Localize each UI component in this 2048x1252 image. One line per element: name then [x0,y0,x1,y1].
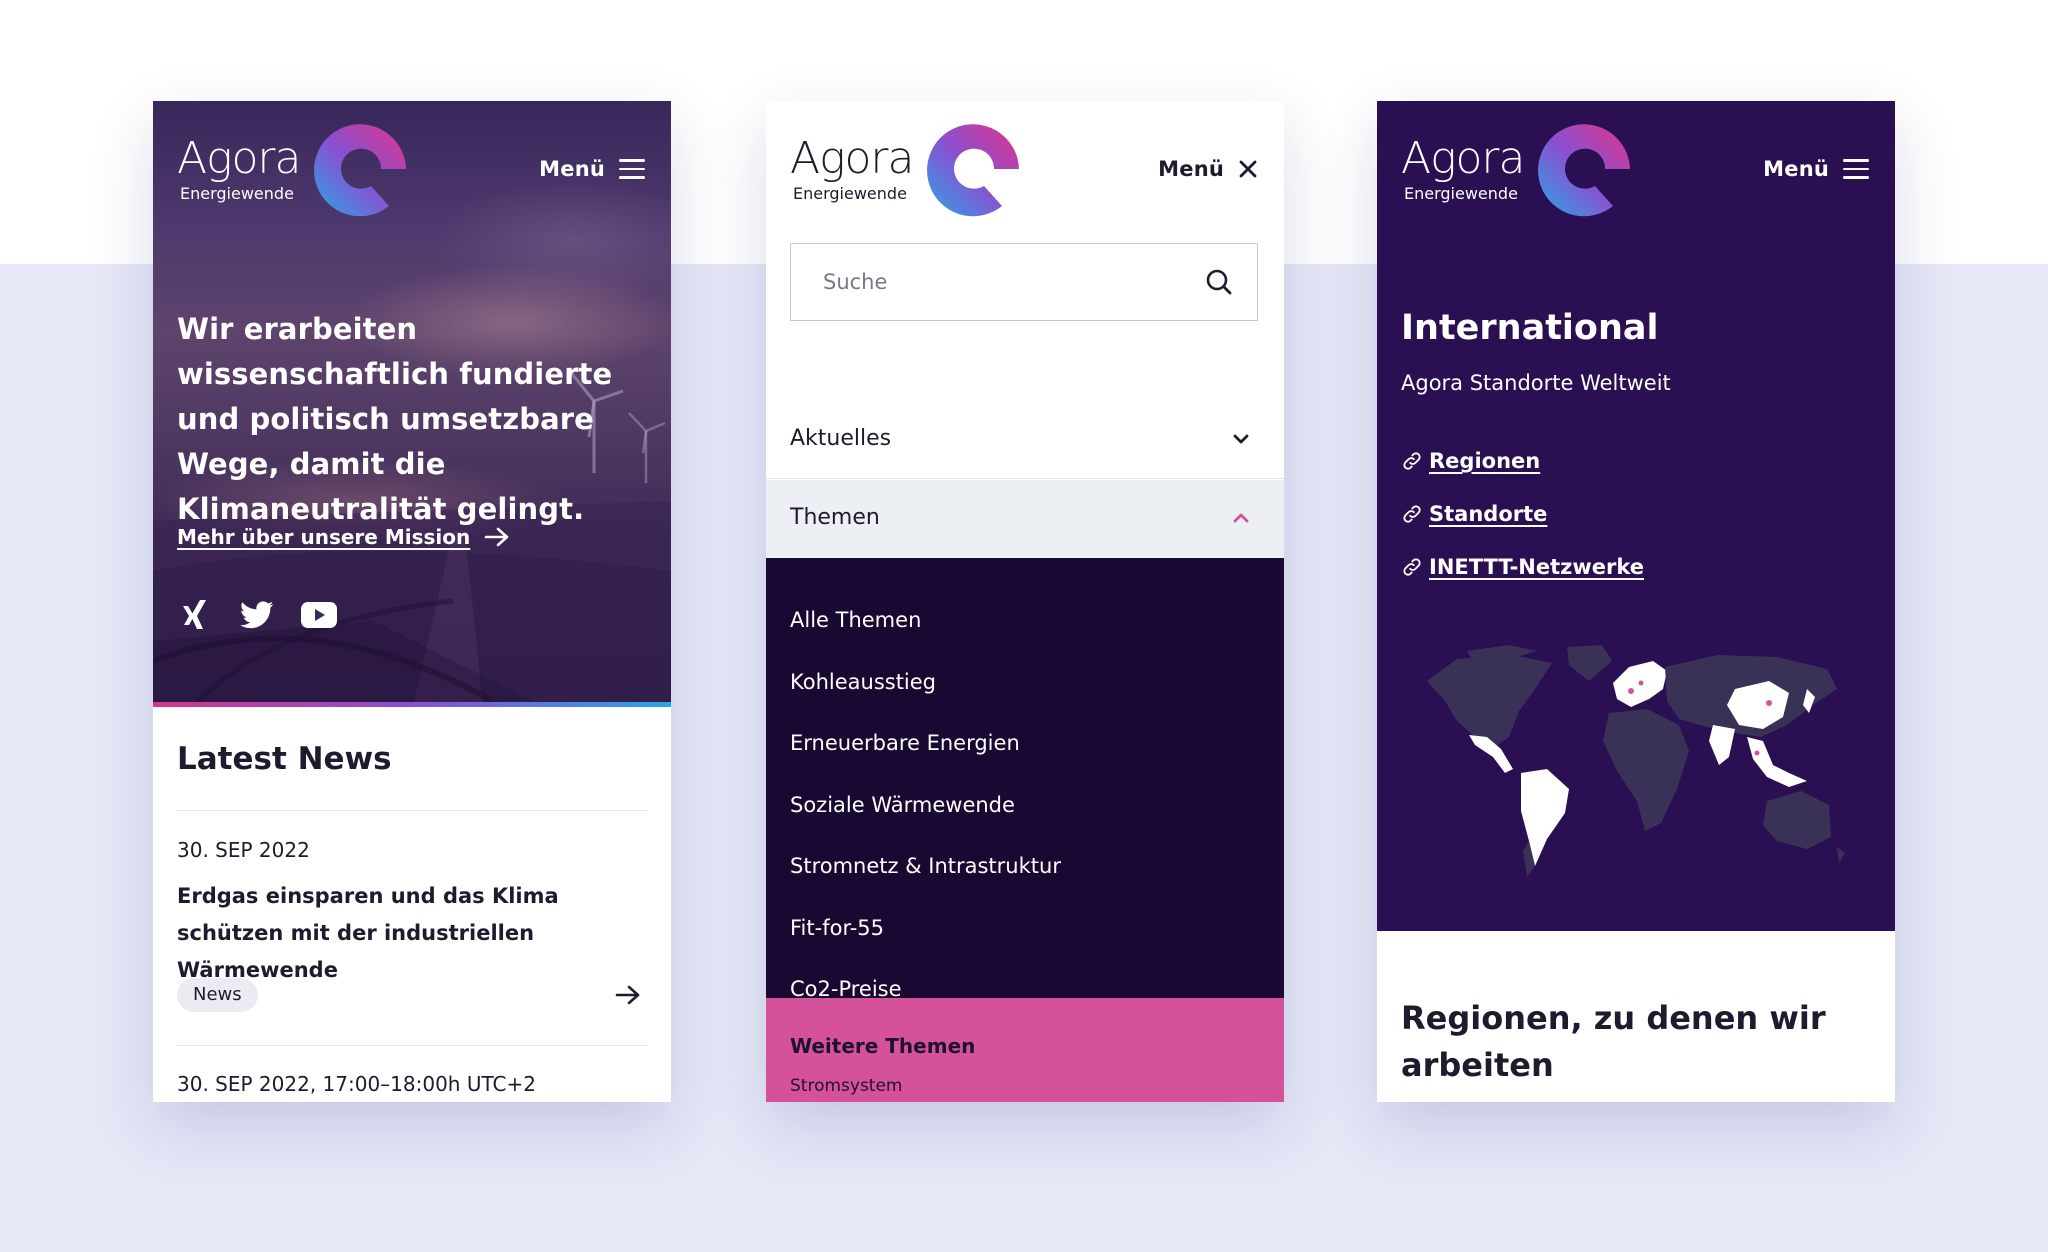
themen-submenu: Alle Themen Kohleausstieg Erneuerbare En… [766,558,1284,1001]
accordion-label: Aktuelles [790,426,892,451]
submenu-item[interactable]: Erneuerbare Energien [790,731,1020,755]
region-north-america[interactable] [1427,655,1552,751]
page-subtitle: Agora Standorte Weltweit [1401,371,1671,395]
world-map[interactable] [1417,641,1857,881]
phone-menu-open: Agora Energiewende Menü Suche Aktuelles … [766,101,1284,1102]
agora-logo-mark-icon [314,124,406,217]
regions-heading: Regionen, zu denen wir arbeiten [1401,999,1826,1084]
search-box [790,243,1258,321]
site-header: Agora Energiewende Menü [153,101,671,241]
mission-link[interactable]: Mehr über unsere Mission [177,525,510,549]
accordion-label: Themen [790,505,880,530]
region-india[interactable] [1709,725,1735,765]
chevron-up-icon [1233,513,1249,523]
news-tag[interactable]: News [177,978,258,1012]
latest-news-section: Latest News 30. SEP 2022 Erdgas einspare… [153,708,671,1102]
hamburger-icon [619,159,645,179]
weitere-themen-item[interactable]: Stromsystem [790,1076,903,1096]
search-input[interactable] [791,244,1191,319]
divider [177,810,647,811]
phone-international: Agora Energiewende Menü International Ag… [1377,101,1895,1102]
menu-button[interactable]: Menü [539,157,645,181]
search-icon[interactable] [1205,268,1233,296]
chevron-down-icon [1233,434,1249,444]
submenu-item[interactable]: Soziale Wärmewende [790,793,1015,817]
weitere-themen-title: Weitere Themen [790,1034,976,1058]
twitter-icon[interactable] [239,598,275,632]
agora-logo[interactable]: Agora Energiewende [1401,123,1661,223]
agora-logo-mark-icon [927,124,1019,217]
region-southeast-asia[interactable] [1747,737,1807,787]
divider [177,1045,647,1046]
menu-close-button[interactable]: Menü [1158,157,1258,181]
agora-logo[interactable]: Agora Energiewende [177,123,437,223]
logo-subtitle: Energiewende [180,184,294,203]
submenu-item[interactable]: Alle Themen [790,608,921,632]
region-australia[interactable] [1763,791,1831,849]
location-marker[interactable] [1766,700,1772,706]
link-regionen[interactable]: Regionen [1401,449,1540,473]
logo-wordmark: Agora [790,133,914,184]
link-text: INETTT-Netzwerke [1429,555,1645,579]
site-header: Agora Energiewende Menü [1377,101,1895,241]
menu-label: Menü [1763,157,1829,181]
agora-logo-mark-icon [1538,124,1630,217]
hero-accent-bar [153,702,671,707]
link-inettt-netzwerke[interactable]: INETTT-Netzwerke [1401,555,1644,579]
accordion-themen[interactable]: Themen [766,480,1284,558]
xing-icon[interactable] [177,598,213,632]
agora-logo[interactable]: Agora Energiewende [790,123,1050,223]
location-marker[interactable] [1754,750,1760,756]
accordion-aktuelles[interactable]: Aktuelles [766,401,1284,479]
menu-button[interactable]: Menü [1763,157,1869,181]
arrow-right-icon [484,527,509,547]
menu-label: Menü [539,157,605,181]
site-header: Agora Energiewende Menü [766,101,1284,241]
news-heading: Latest News [177,741,392,777]
region-mexico[interactable] [1469,735,1513,773]
close-icon [1239,160,1257,178]
regions-section: Regionen, zu denen wir arbeiten [1377,931,1895,1102]
logo-wordmark: Agora [1401,133,1525,184]
submenu-item[interactable]: Kohleausstieg [790,670,936,694]
link-icon [1403,452,1421,470]
logo-subtitle: Energiewende [1404,184,1518,203]
link-icon [1403,558,1421,576]
mission-link-text: Mehr über unsere Mission [177,525,471,549]
submenu-item[interactable]: Fit-for-55 [790,916,884,940]
news-date: 30. SEP 2022, 17:00–18:00h UTC+2 [177,1072,536,1096]
phone-home: Agora Energiewende Menü Wir erarbeiten w… [153,101,671,1102]
hero-headline: Wir erarbeiten wissenschaftlich fundiert… [177,312,613,526]
location-marker[interactable] [1628,688,1634,694]
link-text: Standorte [1429,502,1548,526]
submenu-item[interactable]: Stromnetz & Intrastruktur [790,854,1061,878]
news-date: 30. SEP 2022 [177,838,310,862]
news-title-link[interactable]: Erdgas einsparen und das Klima schützen … [177,878,637,989]
location-marker[interactable] [1638,680,1644,686]
link-text: Regionen [1429,449,1541,473]
hero-section: Agora Energiewende Menü Wir erarbeiten w… [153,101,671,707]
arrow-right-icon[interactable] [615,984,641,1006]
weitere-themen-panel: Weitere Themen Stromsystem [766,998,1284,1102]
youtube-icon[interactable] [301,598,337,632]
region-africa[interactable] [1603,709,1689,831]
link-icon [1403,505,1421,523]
menu-label: Menü [1158,157,1224,181]
logo-subtitle: Energiewende [793,184,907,203]
hamburger-icon [1843,159,1869,179]
social-links [177,598,337,632]
link-standorte[interactable]: Standorte [1401,502,1547,526]
page-title: International [1401,308,1659,348]
logo-wordmark: Agora [177,133,301,184]
